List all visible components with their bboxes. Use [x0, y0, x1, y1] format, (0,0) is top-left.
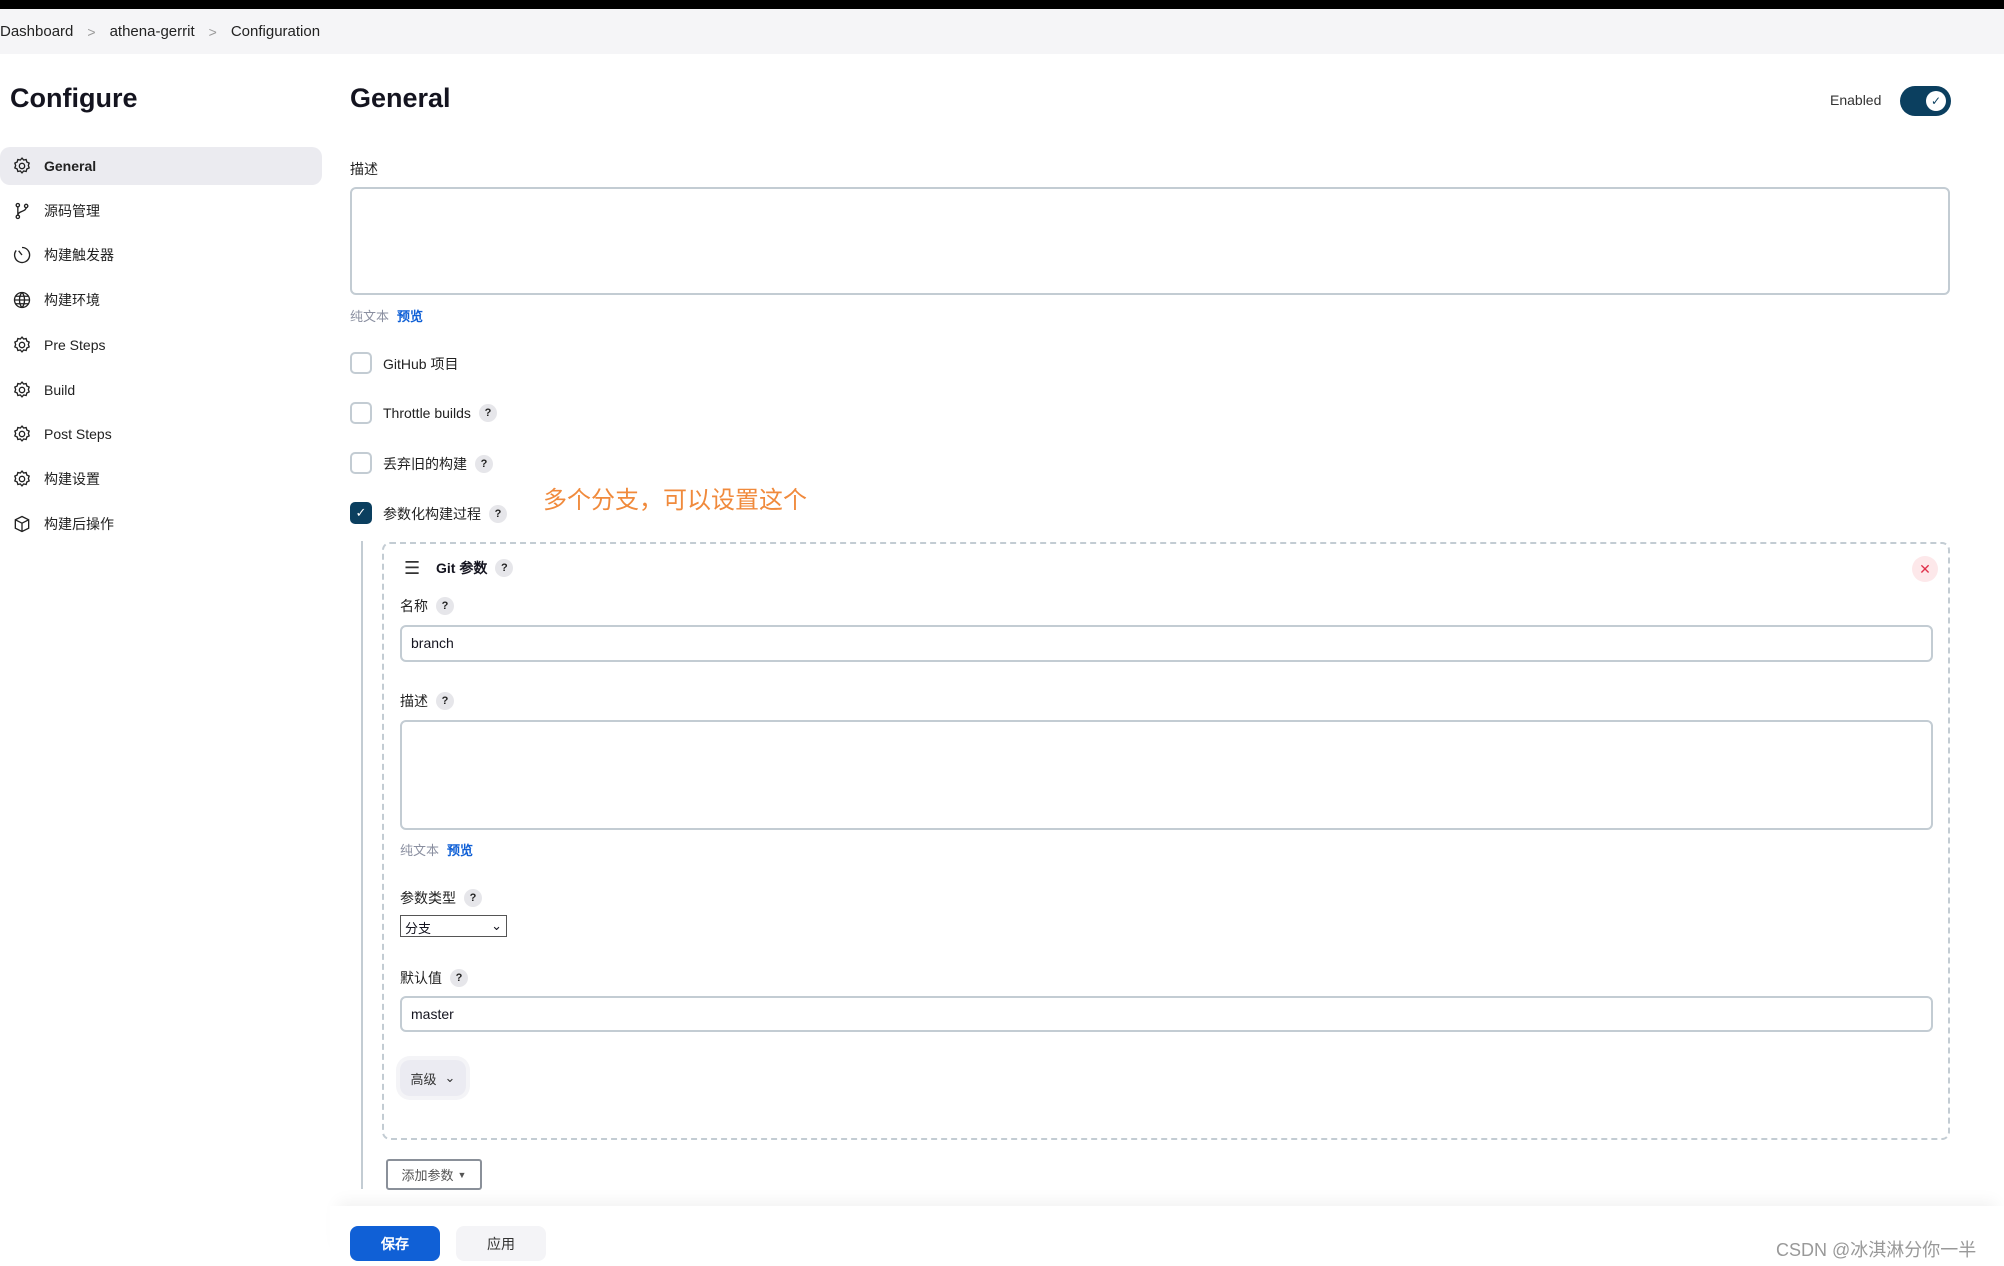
format-links: 纯文本 预览: [350, 306, 423, 325]
option-label: Throttle builds: [383, 405, 471, 421]
sidebar-item-label: Build: [44, 381, 76, 398]
checkbox[interactable]: [350, 402, 372, 424]
caret-down-icon: ▼: [457, 1169, 467, 1180]
sidebar-item[interactable]: Pre Steps: [0, 326, 322, 364]
globe-icon: [12, 290, 44, 310]
help-icon[interactable]: ?: [478, 404, 497, 422]
sidebar-item[interactable]: 构建设置: [0, 460, 322, 498]
gear-icon: [12, 424, 44, 444]
top-bar: [0, 0, 2004, 9]
help-icon[interactable]: ?: [450, 969, 468, 987]
breadcrumb: Dashboard > athena-gerrit > Configuration: [0, 9, 2004, 54]
default-value-label: 默认值: [400, 970, 442, 986]
option-label: 参数化构建过程: [383, 506, 481, 522]
param-description-textarea[interactable]: [400, 720, 1933, 830]
sidebar-item-label: 源码管理: [44, 202, 100, 219]
checkbox[interactable]: ✓: [350, 502, 372, 524]
sidebar-item[interactable]: Build: [0, 371, 322, 409]
preview-link[interactable]: 预览: [447, 843, 473, 858]
branch-icon: [12, 201, 44, 221]
gear-icon: [12, 156, 44, 176]
checkbox-label[interactable]: 参数化构建过程?: [383, 504, 507, 524]
check-icon: ✓: [1926, 91, 1946, 111]
advanced-button[interactable]: 高级 ⌄: [400, 1060, 466, 1096]
param-format-links: 纯文本 预览: [400, 840, 473, 859]
sidebar-item[interactable]: Post Steps: [0, 415, 322, 453]
package-icon: [12, 514, 44, 534]
chevron-right-icon: >: [87, 23, 96, 40]
sidebar-item-label: 构建环境: [44, 292, 100, 309]
close-icon[interactable]: ✕: [1912, 556, 1938, 582]
timer-icon: [12, 245, 44, 265]
param-type-value: 分支: [405, 921, 432, 936]
enabled-label: Enabled: [1830, 92, 1882, 108]
help-icon[interactable]: ?: [436, 597, 454, 615]
description-textarea[interactable]: [350, 187, 1950, 295]
checkbox[interactable]: [350, 452, 372, 474]
breadcrumb-configuration[interactable]: Configuration: [231, 23, 320, 40]
checkbox-label[interactable]: 丢弃旧的构建?: [383, 454, 493, 474]
preview-link[interactable]: 预览: [397, 309, 423, 324]
drag-handle-icon[interactable]: ☰: [404, 558, 420, 579]
watermark: CSDN @冰淇淋分你一半: [1776, 1240, 1977, 1260]
checkbox-label[interactable]: GitHub 项目: [383, 354, 458, 374]
name-input[interactable]: branch: [400, 625, 1933, 662]
gear-icon: [12, 335, 44, 355]
help-icon[interactable]: ?: [475, 455, 493, 473]
advanced-label: 高级: [410, 1071, 437, 1087]
chevron-down-icon: ⌄: [491, 918, 502, 933]
save-button[interactable]: 保存: [350, 1226, 440, 1261]
chevron-down-icon: ⌄: [444, 1070, 456, 1085]
annotation-text: 多个分支，可以设置这个: [543, 487, 807, 514]
sidebar-item-label: Pre Steps: [44, 336, 106, 353]
name-label: 名称: [400, 598, 428, 614]
help-icon[interactable]: ?: [464, 889, 482, 907]
breadcrumb-job[interactable]: athena-gerrit: [110, 23, 195, 40]
sidebar-item-label: 构建后操作: [44, 515, 114, 532]
checkbox[interactable]: [350, 352, 372, 374]
gear-icon: [12, 380, 44, 400]
sidebar-item-label: Post Steps: [44, 426, 112, 443]
git-param-title: Git 参数: [436, 560, 488, 576]
enabled-toggle[interactable]: ✓: [1900, 86, 1951, 116]
apply-button[interactable]: 应用: [456, 1226, 546, 1261]
sidebar-item[interactable]: 构建后操作: [0, 505, 322, 543]
option-label: GitHub 项目: [383, 356, 459, 372]
sidebar-item[interactable]: 构建触发器: [0, 236, 322, 274]
add-parameter-label: 添加参数: [401, 1168, 454, 1183]
plain-text-label: 纯文本: [400, 843, 440, 858]
sidebar-title: Configure: [10, 83, 138, 113]
option-label: 丢弃旧的构建: [383, 456, 467, 472]
sidebar-item[interactable]: 源码管理: [0, 192, 322, 230]
sidebar-item[interactable]: General: [0, 147, 322, 185]
param-type-select[interactable]: 分支 ⌄: [400, 915, 507, 937]
plain-text-label: 纯文本: [350, 309, 390, 324]
help-icon[interactable]: ?: [489, 505, 507, 523]
description-label: 描述: [350, 161, 378, 177]
gear-icon: [12, 469, 44, 489]
param-description-label: 描述: [400, 693, 428, 709]
sidebar-item-label: 构建触发器: [44, 247, 114, 264]
help-icon[interactable]: ?: [495, 559, 514, 577]
bottom-bar: [330, 1206, 2004, 1266]
git-parameter-panel: ☰ Git 参数? ✕ 名称? branch 描述? 纯文本 预览 参数类型? 分…: [382, 542, 1950, 1140]
nested-indicator: [361, 541, 363, 1189]
sidebar-item-label: General: [44, 158, 97, 174]
page-title: General: [350, 83, 451, 113]
help-icon[interactable]: ?: [436, 692, 454, 710]
breadcrumb-dashboard[interactable]: Dashboard: [0, 23, 73, 40]
chevron-right-icon: >: [208, 23, 217, 40]
check-icon: ✓: [355, 505, 367, 520]
sidebar-item-label: 构建设置: [44, 470, 100, 487]
default-value-input[interactable]: master: [400, 996, 1933, 1032]
sidebar-item[interactable]: 构建环境: [0, 281, 322, 319]
param-type-label: 参数类型: [400, 890, 456, 906]
checkbox-label[interactable]: Throttle builds?: [383, 404, 497, 422]
add-parameter-button[interactable]: 添加参数 ▼: [386, 1159, 482, 1190]
